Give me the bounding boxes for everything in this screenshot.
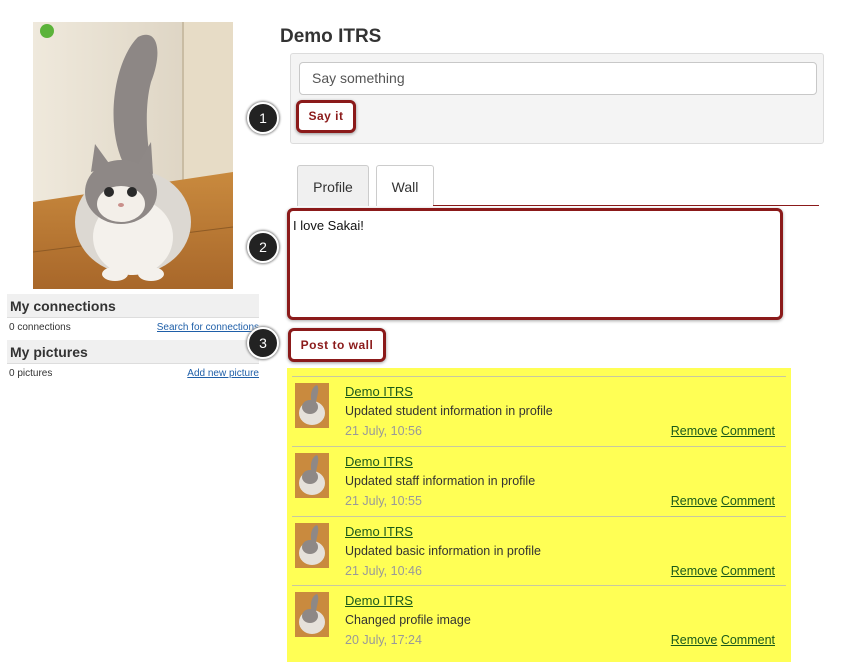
pictures-heading: My pictures xyxy=(7,340,259,364)
post-message: Updated student information in profile xyxy=(345,404,553,418)
comment-link[interactable]: Comment xyxy=(721,564,775,578)
wall-post: Demo ITRS Updated staff information in p… xyxy=(292,446,786,516)
post-author-link[interactable]: Demo ITRS xyxy=(345,384,413,399)
author-avatar[interactable] xyxy=(295,592,329,637)
remove-link[interactable]: Remove xyxy=(671,564,718,578)
remove-link[interactable]: Remove xyxy=(671,633,718,647)
post-author-link[interactable]: Demo ITRS xyxy=(345,524,413,539)
connections-count: 0 connections xyxy=(9,322,71,333)
wall-post: Demo ITRS Updated student information in… xyxy=(292,376,786,446)
comment-link[interactable]: Comment xyxy=(721,633,775,647)
post-time: 20 July, 17:24 xyxy=(345,633,422,647)
wall-post: Demo ITRS Updated basic information in p… xyxy=(292,516,786,586)
author-avatar[interactable] xyxy=(295,383,329,428)
post-author-link[interactable]: Demo ITRS xyxy=(345,454,413,469)
wall-feed: Demo ITRS Updated student information in… xyxy=(287,368,791,662)
post-actions: Remove Comment xyxy=(671,494,775,508)
connections-heading: My connections xyxy=(7,294,259,318)
profile-name: Demo ITRS xyxy=(280,26,382,47)
wall-post: Demo ITRS Changed profile image 20 July,… xyxy=(292,585,786,655)
post-author-link[interactable]: Demo ITRS xyxy=(345,593,413,608)
post-time: 21 July, 10:56 xyxy=(345,424,422,438)
tab-profile[interactable]: Profile xyxy=(297,165,369,206)
comment-link[interactable]: Comment xyxy=(721,424,775,438)
post-actions: Remove Comment xyxy=(671,424,775,438)
pictures-row: 0 pictures Add new picture xyxy=(9,368,259,379)
comment-link[interactable]: Comment xyxy=(721,494,775,508)
post-message: Changed profile image xyxy=(345,613,471,627)
remove-link[interactable]: Remove xyxy=(671,494,718,508)
tab-wall[interactable]: Wall xyxy=(376,165,434,206)
author-avatar[interactable] xyxy=(295,523,329,568)
post-actions: Remove Comment xyxy=(671,564,775,578)
post-time: 21 July, 10:55 xyxy=(345,494,422,508)
step-1-callout: 1 xyxy=(247,102,279,134)
status-panel: Say something xyxy=(290,53,824,144)
author-avatar[interactable] xyxy=(295,453,329,498)
search-connections-link[interactable]: Search for connections xyxy=(157,322,259,333)
remove-link[interactable]: Remove xyxy=(671,424,718,438)
wall-textarea[interactable]: I love Sakai! xyxy=(287,208,783,320)
post-message: Updated basic information in profile xyxy=(345,544,541,558)
profile-photo xyxy=(33,22,233,289)
post-message: Updated staff information in profile xyxy=(345,474,536,488)
post-to-wall-button[interactable]: Post to wall xyxy=(288,328,386,362)
tab-divider xyxy=(433,205,819,206)
post-actions: Remove Comment xyxy=(671,633,775,647)
status-input[interactable]: Say something xyxy=(299,62,817,95)
connections-row: 0 connections Search for connections xyxy=(9,322,259,333)
step-3-callout: 3 xyxy=(247,327,279,359)
post-time: 21 July, 10:46 xyxy=(345,564,422,578)
pictures-count: 0 pictures xyxy=(9,368,53,379)
step-2-callout: 2 xyxy=(247,231,279,263)
say-it-button[interactable]: Say it xyxy=(296,100,356,133)
add-picture-link[interactable]: Add new picture xyxy=(187,368,259,379)
